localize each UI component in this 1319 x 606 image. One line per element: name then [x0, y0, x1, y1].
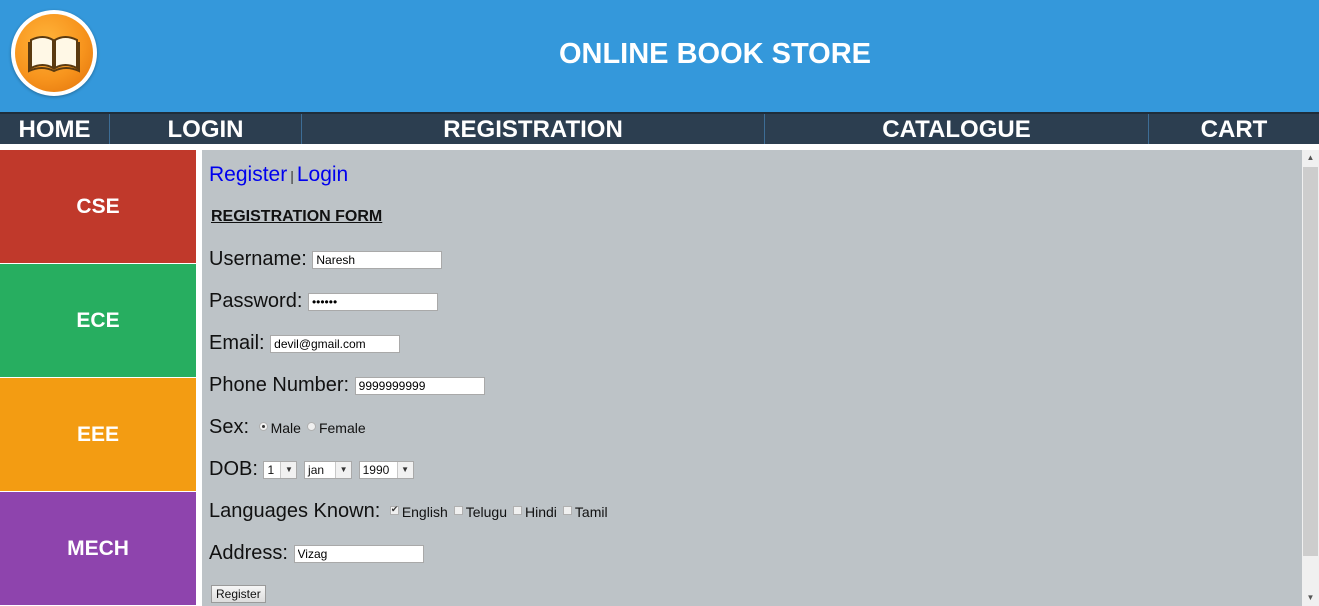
site-header: ONLINE BOOK STORE	[0, 0, 1319, 112]
chevron-down-icon: ▼	[335, 461, 352, 478]
register-link[interactable]: Register	[209, 163, 287, 186]
address-row: Address:	[209, 542, 424, 565]
dob-month-select[interactable]: jan ▼	[304, 460, 353, 479]
dob-row: DOB: 1 ▼ jan ▼ 1990 ▼	[209, 458, 415, 481]
phone-label: Phone Number:	[209, 374, 350, 397]
sex-row: Sex: Male Female	[209, 416, 372, 439]
dob-year-value: 1990	[362, 462, 390, 477]
nav-home[interactable]: HOME	[0, 114, 110, 146]
main-nav: HOME LOGIN REGISTRATION CATALOGUE CART	[0, 112, 1319, 146]
email-label: Email:	[209, 332, 265, 355]
languages-label: Languages Known:	[209, 500, 381, 523]
tamil-checkbox[interactable]	[562, 506, 572, 516]
sidebar-item-mech[interactable]: MECH	[0, 492, 196, 605]
dob-month-value: jan	[308, 462, 325, 477]
login-link[interactable]: Login	[297, 163, 348, 186]
email-field[interactable]	[270, 334, 401, 353]
sex-label: Sex:	[209, 416, 250, 439]
username-label: Username:	[209, 248, 307, 271]
category-sidebar: CSE ECE EEE MECH	[0, 150, 196, 606]
nav-cart[interactable]: CART	[1149, 114, 1319, 146]
nav-catalogue[interactable]: CATALOGUE	[765, 114, 1149, 146]
nav-registration[interactable]: REGISTRATION	[302, 114, 765, 146]
hindi-checkbox[interactable]	[513, 506, 522, 516]
phone-field[interactable]	[354, 376, 485, 395]
username-field[interactable]	[312, 250, 443, 269]
sidebar-item-eee[interactable]: EEE	[0, 378, 196, 491]
password-row: Password:	[209, 290, 438, 313]
dob-day-value: 1	[267, 462, 275, 477]
male-radio[interactable]	[258, 422, 268, 432]
password-field[interactable]	[307, 292, 438, 311]
chevron-down-icon: ▼	[280, 461, 297, 478]
chevron-down-icon: ▼	[396, 461, 413, 478]
email-row: Email:	[209, 332, 401, 355]
tamil-label: Tamil	[574, 503, 608, 520]
dob-day-select[interactable]: 1 ▼	[263, 460, 298, 479]
sidebar-item-cse[interactable]: CSE	[0, 150, 196, 263]
phone-row: Phone Number:	[209, 374, 485, 397]
english-checkbox[interactable]: ✔	[389, 504, 399, 516]
register-button[interactable]: Register	[211, 585, 266, 603]
nav-login[interactable]: LOGIN	[110, 114, 302, 146]
dob-year-select[interactable]: 1990 ▼	[358, 460, 414, 479]
registration-panel: Register | Login REGISTRATION FORM Usernam…	[202, 150, 1302, 606]
site-title: ONLINE BOOK STORE	[558, 38, 872, 70]
address-label: Address:	[209, 542, 288, 565]
address-field[interactable]	[293, 544, 424, 563]
telugu-checkbox[interactable]	[453, 506, 463, 516]
dob-label: DOB:	[209, 458, 258, 481]
male-label: Male	[270, 419, 301, 436]
form-tabs: Register | Login	[209, 163, 348, 187]
password-label: Password:	[209, 290, 303, 313]
female-label: Female	[318, 419, 366, 436]
sidebar-item-ece[interactable]: ECE	[0, 264, 196, 377]
scroll-down-arrow-icon[interactable]: ▼	[1302, 590, 1319, 606]
scroll-up-arrow-icon[interactable]: ▲	[1302, 150, 1319, 166]
languages-row: Languages Known: ✔ English Telugu Hindi Tami…	[209, 500, 614, 523]
english-label: English	[401, 503, 448, 520]
vertical-scrollbar[interactable]: ▲ ▼	[1302, 150, 1319, 606]
book-logo-icon[interactable]	[11, 10, 97, 96]
female-radio[interactable]	[306, 422, 316, 432]
hindi-label: Hindi	[525, 503, 557, 520]
tab-separator: |	[290, 168, 294, 184]
scrollbar-thumb[interactable]	[1303, 167, 1318, 556]
telugu-label: Telugu	[465, 503, 507, 520]
form-title: REGISTRATION FORM	[211, 208, 383, 225]
username-row: Username:	[209, 248, 443, 271]
